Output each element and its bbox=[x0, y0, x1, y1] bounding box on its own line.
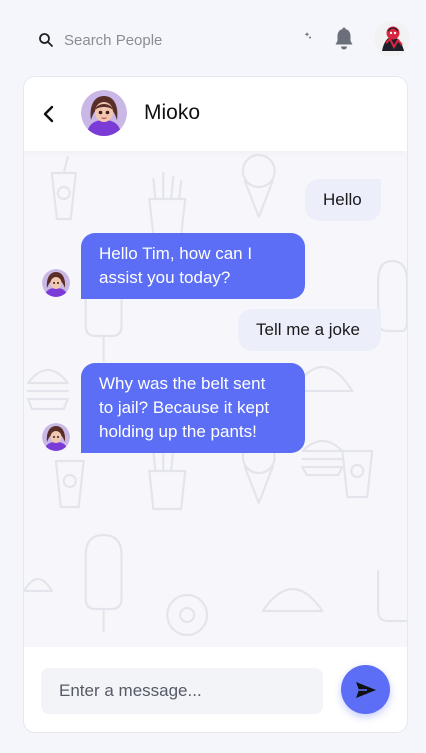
search-bar[interactable] bbox=[38, 28, 234, 52]
chevron-left-icon bbox=[43, 105, 54, 123]
search-input[interactable] bbox=[64, 31, 234, 49]
top-bar bbox=[0, 0, 426, 78]
message-list[interactable]: Hello Hello Tim, how can I assist you to… bbox=[24, 151, 407, 647]
incoming-message: Hello Tim, how can I assist you today? bbox=[81, 233, 305, 299]
chat-header: Mioko bbox=[24, 77, 407, 151]
message-text-line: Hello Tim, how can I bbox=[99, 244, 253, 263]
message-text-line: holding up the pants! bbox=[99, 422, 257, 441]
theme-toggle-button[interactable] bbox=[290, 27, 314, 51]
send-icon bbox=[355, 681, 376, 698]
message-composer bbox=[24, 647, 407, 732]
message-text-line: to jail? Because it kept bbox=[99, 398, 270, 417]
send-button[interactable] bbox=[341, 665, 390, 714]
chat-card: Mioko Hello Hello Tim, how can I assist … bbox=[23, 76, 408, 733]
back-button[interactable] bbox=[42, 102, 62, 126]
contact-avatar[interactable] bbox=[81, 90, 127, 136]
contact-name: Mioko bbox=[144, 101, 201, 124]
user-avatar[interactable] bbox=[374, 21, 410, 57]
message-text: Tell me a joke bbox=[256, 320, 360, 339]
outgoing-message: Hello bbox=[305, 179, 381, 221]
notifications-button[interactable] bbox=[332, 27, 356, 51]
bot-avatar bbox=[42, 423, 70, 451]
search-icon bbox=[39, 33, 53, 47]
message-input[interactable] bbox=[41, 668, 323, 714]
moon-icon bbox=[294, 31, 311, 47]
bot-avatar bbox=[42, 269, 70, 297]
message-text-line: Why was the belt sent bbox=[99, 374, 266, 393]
outgoing-message: Tell me a joke bbox=[238, 309, 381, 351]
message-text: Hello bbox=[323, 190, 362, 209]
message-text-line: assist you today? bbox=[99, 268, 231, 287]
bell-icon bbox=[335, 27, 353, 50]
incoming-message: Why was the belt sent to jail? Because i… bbox=[81, 363, 305, 453]
top-actions bbox=[290, 18, 410, 60]
